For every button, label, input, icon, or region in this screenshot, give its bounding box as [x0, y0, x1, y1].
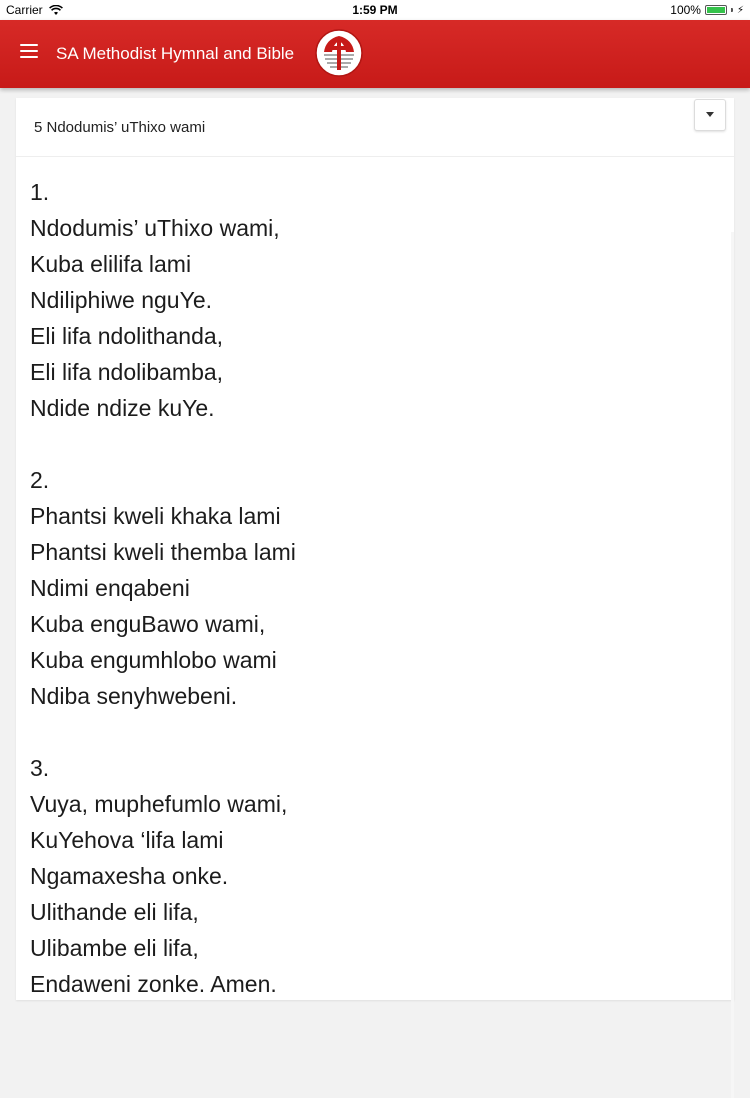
- verse-line: Ulithande eli lifa,: [30, 899, 199, 925]
- status-time: 1:59 PM: [352, 3, 398, 17]
- status-bar: Carrier 1:59 PM 100% ⚡: [0, 0, 750, 20]
- status-right: 100% ⚡: [670, 3, 744, 17]
- caret-down-icon: [706, 112, 714, 117]
- battery-fill: [706, 7, 725, 13]
- verse-line: KuYehova ‘lifa lami: [30, 827, 224, 853]
- hymn-selector[interactable]: 5 Ndodumis’ uThixo wami: [16, 98, 734, 157]
- app-bar: SA Methodist Hymnal and Bible: [0, 20, 750, 88]
- verse-line: Phantsi kweli themba lami: [30, 539, 296, 565]
- hymn-card: 5 Ndodumis’ uThixo wami 1. Ndodumis’ uTh…: [16, 98, 734, 1098]
- verse-line: Ndide ndize kuYe.: [30, 395, 215, 421]
- verse-number: 1.: [30, 179, 50, 205]
- verse-line: Ndiliphiwe nguYe.: [30, 287, 213, 313]
- verse-line: Ndiba senyhwebeni.: [30, 683, 238, 709]
- verse-line: Eli lifa ndolibamba,: [30, 359, 224, 385]
- verse-line: Ndodumis’ uThixo wami,: [30, 215, 280, 241]
- scrollbar[interactable]: [731, 232, 734, 1098]
- app-title: SA Methodist Hymnal and Bible: [56, 44, 295, 63]
- verse-2: 2. Phantsi kweli khaka lami Phantsi kwel…: [30, 462, 710, 714]
- verse-3: 3. Vuya, muphefumlo wami, KuYehova ‘lifa…: [30, 750, 710, 1002]
- hymn-title: 5 Ndodumis’ uThixo wami: [34, 119, 206, 136]
- hymn-lyrics: 1. Ndodumis’ uThixo wami, Kuba elilifa l…: [30, 174, 710, 1038]
- battery-icon: [704, 5, 727, 15]
- verse-number: 2.: [30, 467, 50, 493]
- verse-line: Eli lifa ndolithanda,: [30, 323, 224, 349]
- verse-line: Ulibambe eli lifa,: [30, 935, 199, 961]
- verse-line: Vuya, muphefumlo wami,: [30, 791, 288, 817]
- verse-line: Phantsi kweli khaka lami: [30, 503, 281, 529]
- verse-line: Kuba enguBawo wami,: [30, 611, 266, 637]
- verse-number: 3.: [30, 755, 50, 781]
- verse-line: Endaweni zonke. Amen.: [30, 971, 277, 997]
- methodist-cross-logo-icon: [315, 29, 363, 77]
- verse-line: Kuba elilifa lami: [30, 251, 192, 277]
- verse-line: Ndimi enqabeni: [30, 575, 190, 601]
- hymn-dropdown-button[interactable]: [694, 99, 726, 131]
- verse-1: 1. Ndodumis’ uThixo wami, Kuba elilifa l…: [30, 174, 710, 426]
- verse-line: Ngamaxesha onke.: [30, 863, 229, 889]
- charging-bolt-icon: ⚡: [736, 4, 744, 16]
- verse-line: Kuba engumhlobo wami: [30, 647, 277, 673]
- battery-percent: 100%: [670, 3, 701, 17]
- hamburger-menu-icon[interactable]: [20, 44, 42, 62]
- battery-cap: [730, 8, 733, 12]
